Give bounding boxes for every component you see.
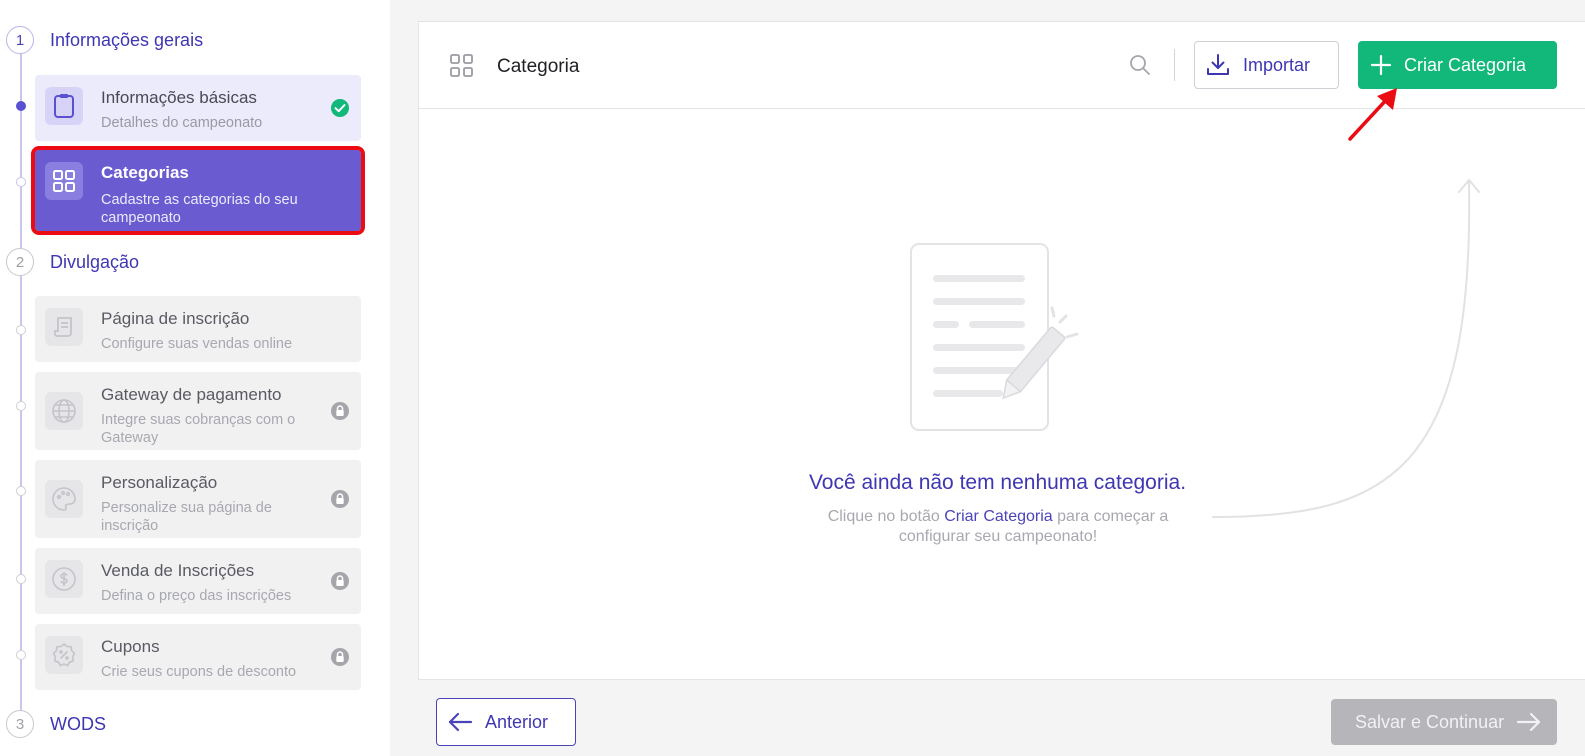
curved-arrow-icon: [1212, 178, 1480, 518]
step-title: Gateway de pagamento: [101, 385, 282, 404]
section-number: 2: [6, 248, 34, 276]
step-description: Integre suas cobranças com o Gateway: [101, 412, 296, 446]
timeline-dot: [16, 177, 26, 187]
receipt-icon: [45, 308, 83, 346]
step-title: Categorias: [101, 163, 189, 182]
step-description: Defina o preço das inscrições: [101, 588, 292, 604]
empty-state-text: Clique no botão: [827, 508, 945, 525]
section-number: 3: [6, 710, 34, 738]
save-continue-button[interactable]: Salvar e Continuar: [1331, 699, 1557, 745]
timeline-dot: [16, 574, 26, 584]
sidebar: 1 Informações gerais Informações básicas…: [0, 0, 390, 756]
create-category-link[interactable]: Criar Categoria: [944, 508, 1052, 525]
timeline-dot: [16, 650, 26, 660]
plus-icon: [1370, 54, 1392, 76]
lock-icon: [331, 572, 349, 590]
timeline-line: [20, 54, 22, 714]
step-cupons[interactable]: Cupons Crie seus cupons de desconto: [35, 624, 361, 690]
step-description: Detalhes do campeonato: [101, 115, 263, 131]
section-title: Informações gerais: [50, 29, 204, 50]
step-title: Página de inscrição: [101, 309, 250, 328]
annotation-arrow-icon: [1348, 88, 1397, 141]
download-icon: [1207, 54, 1229, 75]
step-venda-de-inscricoes[interactable]: Venda de Inscrições Defina o preço das i…: [35, 548, 361, 614]
previous-button-label: Anterior: [485, 711, 549, 732]
step-gateway-de-pagamento[interactable]: Gateway de pagamento Integre suas cobran…: [35, 372, 361, 450]
document-edit-illustration: [910, 243, 1079, 431]
dollar-icon: [45, 560, 83, 598]
save-continue-button-label: Salvar e Continuar: [1355, 711, 1505, 732]
step-description: Crie seus cupons de desconto: [101, 664, 297, 680]
globe-icon: [45, 392, 83, 430]
search-icon[interactable]: [1129, 54, 1151, 76]
categories-panel: Categoria Importar Criar Categoria Você …: [418, 21, 1585, 680]
import-button-label: Importar: [1243, 54, 1311, 75]
section-title: Divulgação: [50, 251, 140, 272]
step-title: Cupons: [101, 637, 160, 656]
step-description: Personalize sua página de inscrição: [101, 500, 272, 534]
lock-icon: [331, 490, 349, 508]
palette-icon: [45, 480, 83, 518]
panel-header: Categoria Importar Criar Categoria: [419, 22, 1585, 141]
previous-button[interactable]: Anterior: [436, 698, 576, 746]
lock-icon: [331, 648, 349, 666]
step-informacoes-basicas[interactable]: Informações básicas Detalhes do campeona…: [35, 75, 361, 141]
create-category-button-label: Criar Categoria: [1404, 54, 1527, 75]
section-number: 1: [6, 26, 34, 54]
section-informacoes-gerais[interactable]: 1 Informações gerais: [6, 26, 203, 54]
clipboard-icon: [45, 87, 83, 125]
step-description: Configure suas vendas online: [101, 336, 293, 352]
section-title: WODS: [50, 713, 106, 734]
import-button[interactable]: Importar: [1194, 41, 1339, 89]
step-personalizacao[interactable]: Personalização Personalize sua página de…: [35, 460, 361, 538]
header-divider: [1174, 49, 1175, 81]
grid-icon: [45, 162, 83, 200]
percent-badge-icon: [45, 636, 83, 674]
step-title: Venda de Inscrições: [101, 561, 255, 580]
grid-icon: [450, 54, 473, 77]
empty-state-description: Clique no botão Criar Categoria para com…: [805, 507, 1191, 547]
section-wods[interactable]: 3 WODS: [6, 710, 106, 738]
step-title: Personalização: [101, 473, 218, 492]
timeline-dot: [16, 325, 26, 335]
lock-icon: [331, 402, 349, 420]
timeline-dot: [16, 401, 26, 411]
step-description: Cadastre as categorias do seu campeonato: [101, 192, 298, 226]
arrow-right-icon: [1516, 712, 1541, 732]
step-pagina-de-inscricao[interactable]: Página de inscrição Configure suas venda…: [35, 296, 361, 362]
timeline-dot: [16, 486, 26, 496]
section-divulgacao[interactable]: 2 Divulgação: [6, 248, 139, 276]
panel-title: Categoria: [497, 56, 580, 77]
check-circle-icon: [331, 99, 349, 117]
timeline-dot: [16, 101, 26, 111]
step-title: Informações básicas: [101, 88, 257, 107]
arrow-left-icon: [448, 712, 473, 732]
step-categorias[interactable]: Categorias Cadastre as categorias do seu…: [31, 146, 365, 235]
